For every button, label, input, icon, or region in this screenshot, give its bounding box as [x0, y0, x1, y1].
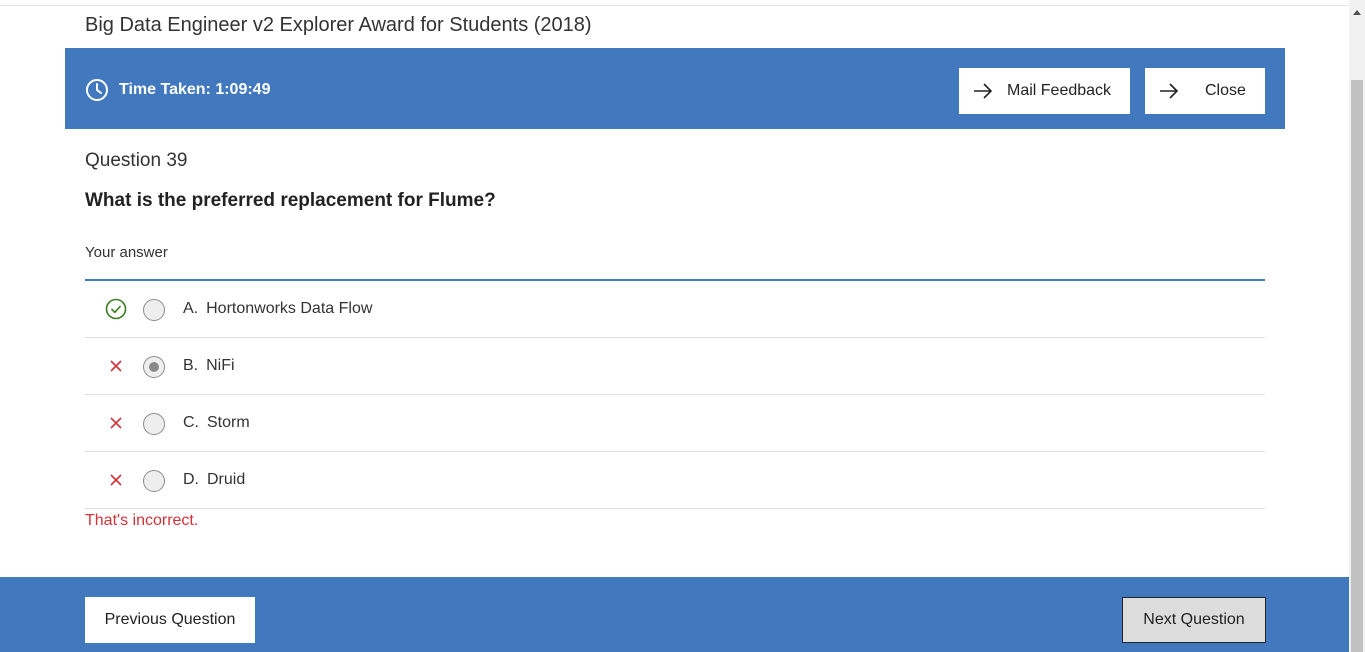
exam-banner: Time Taken: 1:09:49 Mail Feedback Close: [65, 48, 1285, 129]
arrow-right-icon: [1145, 83, 1193, 99]
option-label: A. Hortonworks Data Flow: [183, 300, 373, 317]
footer-bar: Previous Question Next Question: [0, 577, 1349, 652]
option-radio[interactable]: [143, 356, 165, 378]
question-number: Question 39: [85, 150, 188, 171]
close-label: Close: [1205, 82, 1246, 99]
vertical-scrollbar[interactable]: [1349, 0, 1365, 652]
mail-feedback-button[interactable]: Mail Feedback: [959, 68, 1130, 114]
answer-option-b[interactable]: B. NiFi: [85, 338, 1265, 395]
check-circle-icon: [105, 298, 127, 320]
x-icon: [105, 355, 127, 377]
arrow-right-icon: [959, 83, 1007, 99]
option-radio[interactable]: [143, 413, 165, 435]
answer-option-a[interactable]: A. Hortonworks Data Flow: [85, 281, 1265, 338]
option-label: C. Storm: [183, 414, 250, 431]
close-button[interactable]: Close: [1145, 68, 1265, 114]
timer: Time Taken: 1:09:49: [85, 78, 270, 102]
option-label: B. NiFi: [183, 357, 235, 374]
top-border: [0, 0, 1349, 6]
clock-icon: [85, 78, 109, 102]
answer-feedback: That's incorrect.: [85, 512, 199, 529]
question-text: What is the preferred replacement for Fl…: [85, 190, 496, 211]
option-radio[interactable]: [143, 299, 165, 321]
answer-option-d[interactable]: D. Druid: [85, 452, 1265, 509]
x-icon: [105, 412, 127, 434]
your-answer-label: Your answer: [85, 244, 168, 261]
page-title: Big Data Engineer v2 Explorer Award for …: [85, 14, 592, 36]
mail-feedback-label: Mail Feedback: [1007, 82, 1112, 99]
previous-question-button[interactable]: Previous Question: [85, 597, 255, 643]
scroll-up-arrow-icon[interactable]: [1353, 10, 1361, 15]
scroll-thumb[interactable]: [1351, 80, 1363, 652]
option-label: D. Druid: [183, 471, 246, 488]
next-question-button[interactable]: Next Question: [1122, 597, 1266, 643]
time-taken-label: Time Taken: 1:09:49: [119, 81, 271, 98]
option-radio[interactable]: [143, 470, 165, 492]
x-icon: [105, 469, 127, 491]
answer-options: A. Hortonworks Data Flow B. NiFi C. Storm D…: [85, 281, 1265, 509]
answer-option-c[interactable]: C. Storm: [85, 395, 1265, 452]
